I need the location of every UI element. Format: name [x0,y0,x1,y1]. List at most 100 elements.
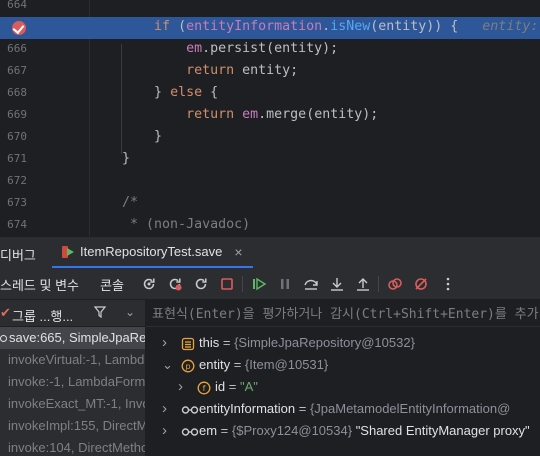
mute-breakpoints-icon[interactable] [413,276,429,292]
code-text: } [90,151,131,166]
resume-icon[interactable] [251,276,267,292]
code-text: return em.merge(entity); [186,107,379,122]
code-line: 674 * (non-Javadoc) [0,215,540,236]
line-number[interactable]: 673 [0,196,27,209]
watch-icon [181,424,199,438]
stack-frame-label: invoke:-1, LambdaForm [8,374,146,389]
chevron-down-icon[interactable]: ⌄ [162,354,173,376]
variable-row[interactable]: › em = {$Proxy124@10534} "Shared EntityMa… [146,420,540,442]
pause-icon[interactable] [277,276,293,292]
watch-icon [181,402,199,416]
code-line: 673 /* [0,193,540,215]
frames-header: ✔ 그룹 ...행... ⌄ [0,300,145,327]
restart-icon[interactable] [193,276,209,292]
code-text: } [90,129,163,144]
debug-tool-window-header: 디버그 ItemRepositoryTest.save × [0,236,540,268]
execution-line: if (entityInformation.isNew(entity)) { e… [0,17,540,39]
run-config-label: ItemRepositoryTest.save [80,244,223,259]
variable-text: entityInformation = {JpaMetamodelEntityI… [199,401,511,416]
line-number[interactable]: 670 [0,130,27,143]
rerun-failed-icon[interactable] [167,276,183,292]
code-line: 670 } [0,127,540,149]
line-number[interactable]: 666 [0,42,27,55]
code-text: return entity; [186,63,299,78]
more-options-icon[interactable] [440,276,456,292]
variable-text: id = "A" [215,379,258,394]
stack-frame-label: invoke:104, DirectMethod [8,440,146,455]
code-line: 668 } else { [0,83,540,105]
param-icon: p [181,358,195,373]
code-line: 669 return em.merge(entity); [0,105,540,127]
chevron-right-icon[interactable]: › [178,376,183,398]
variable-row[interactable]: › this = {SimpleJpaRepository@10532} [146,332,540,354]
chevron-right-icon[interactable]: › [162,332,167,354]
tab-threads-variables[interactable]: 스레드 및 변수 [0,275,79,294]
run-config-tab[interactable]: ItemRepositoryTest.save × [52,237,253,268]
variable-text: em = {$Proxy124@10534} "Shared EntityMan… [199,423,530,438]
code-line: 666 em.persist(entity); [0,39,540,61]
code-text: /* [90,195,139,210]
code-text: em.persist(entity); [186,41,339,56]
stack-frame-label: invokeExact_MT:-1, Invokers [8,396,145,411]
line-number[interactable]: 669 [0,108,27,121]
field-icon: f [197,380,211,395]
code-line: 664 [0,0,540,17]
evaluate-bar [146,300,540,327]
stack-frame[interactable]: save:665, SimpleJpaRepository [0,327,145,349]
stack-frame-label: invokeImpl:155, DirectMethod [8,418,145,433]
svg-text:p: p [185,362,190,371]
filter-icon[interactable] [93,306,107,319]
variable-text: entity = {Item@10531} [199,357,329,372]
code-text: if (entityInformation.isNew(entity)) { e… [154,19,540,34]
frames-panel: ✔ 그룹 ...행... ⌄ save:665, SimpleJpaReposi… [0,300,146,456]
stack-frame[interactable]: invoke:-1, LambdaForm [0,371,145,393]
line-number[interactable]: 672 [0,174,27,187]
thread-group-selector[interactable]: 그룹 ...행... [12,306,73,325]
rerun-icon[interactable] [141,276,157,292]
line-number[interactable]: 671 [0,152,27,165]
step-into-icon[interactable] [329,276,345,292]
variable-row[interactable]: ⌄ p entity = {Item@10531} [146,354,540,376]
toolbar-separator [242,276,243,292]
debug-toolbar: 스레드 및 변수 콘솔 [0,268,540,300]
tab-console[interactable]: 콘솔 [100,275,124,294]
checkmark-icon: ✔ [0,305,11,320]
code-editor[interactable]: 664 if (entityInformation.isNew(entity))… [0,0,540,236]
variable-row[interactable]: › entityInformation = {JpaMetamodelEntity… [146,398,540,420]
chevron-down-icon[interactable]: ⌄ [125,305,135,319]
stack-frame[interactable]: invokeImpl:155, DirectMethod [0,415,145,437]
stop-icon[interactable] [219,276,235,292]
debug-title: 디버그 [0,248,36,263]
view-breakpoints-icon[interactable] [387,276,403,292]
stack-frame-label: invokeVirtual:-1, LambdaForm [8,352,145,367]
variables-panel: ›this = {SimpleJpaRepository@10532}⌄pent… [146,300,540,456]
stack-frame-label: save:665, SimpleJpaRepository [9,330,146,345]
svg-text:f: f [203,384,206,393]
frame-list: save:665, SimpleJpaRepository invokeVirtu… [0,327,145,456]
stack-frame[interactable]: invoke:104, DirectMethod [0,437,145,456]
line-number[interactable]: 668 [0,86,27,99]
close-icon[interactable]: × [234,244,242,260]
variable-row[interactable]: › f id = "A" [146,376,540,398]
stack-frame[interactable]: invokeExact_MT:-1, Invokers [0,393,145,415]
code-line: 671 } [0,149,540,171]
current-frame-icon [0,335,7,342]
step-out-icon[interactable] [355,276,371,292]
variable-text: this = {SimpleJpaRepository@10532} [199,335,415,350]
code-line: 667 return entity; [0,61,540,83]
step-over-icon[interactable] [303,276,319,292]
field-lines-icon [181,336,195,351]
stack-frame[interactable]: invokeVirtual:-1, LambdaForm [0,349,145,371]
code-text: * (non-Javadoc) [90,217,251,232]
code-text: } else { [90,85,219,100]
evaluate-expression-input[interactable] [152,304,540,324]
toolbar-separator [378,276,379,292]
line-number[interactable]: 674 [0,218,27,231]
breakpoint-icon[interactable] [12,21,26,35]
line-number[interactable]: 667 [0,64,27,77]
chevron-right-icon[interactable]: › [162,420,167,442]
test-run-icon [62,245,74,259]
line-number[interactable]: 664 [0,0,27,11]
code-line: 672 [0,171,540,193]
chevron-right-icon[interactable]: › [162,398,167,420]
